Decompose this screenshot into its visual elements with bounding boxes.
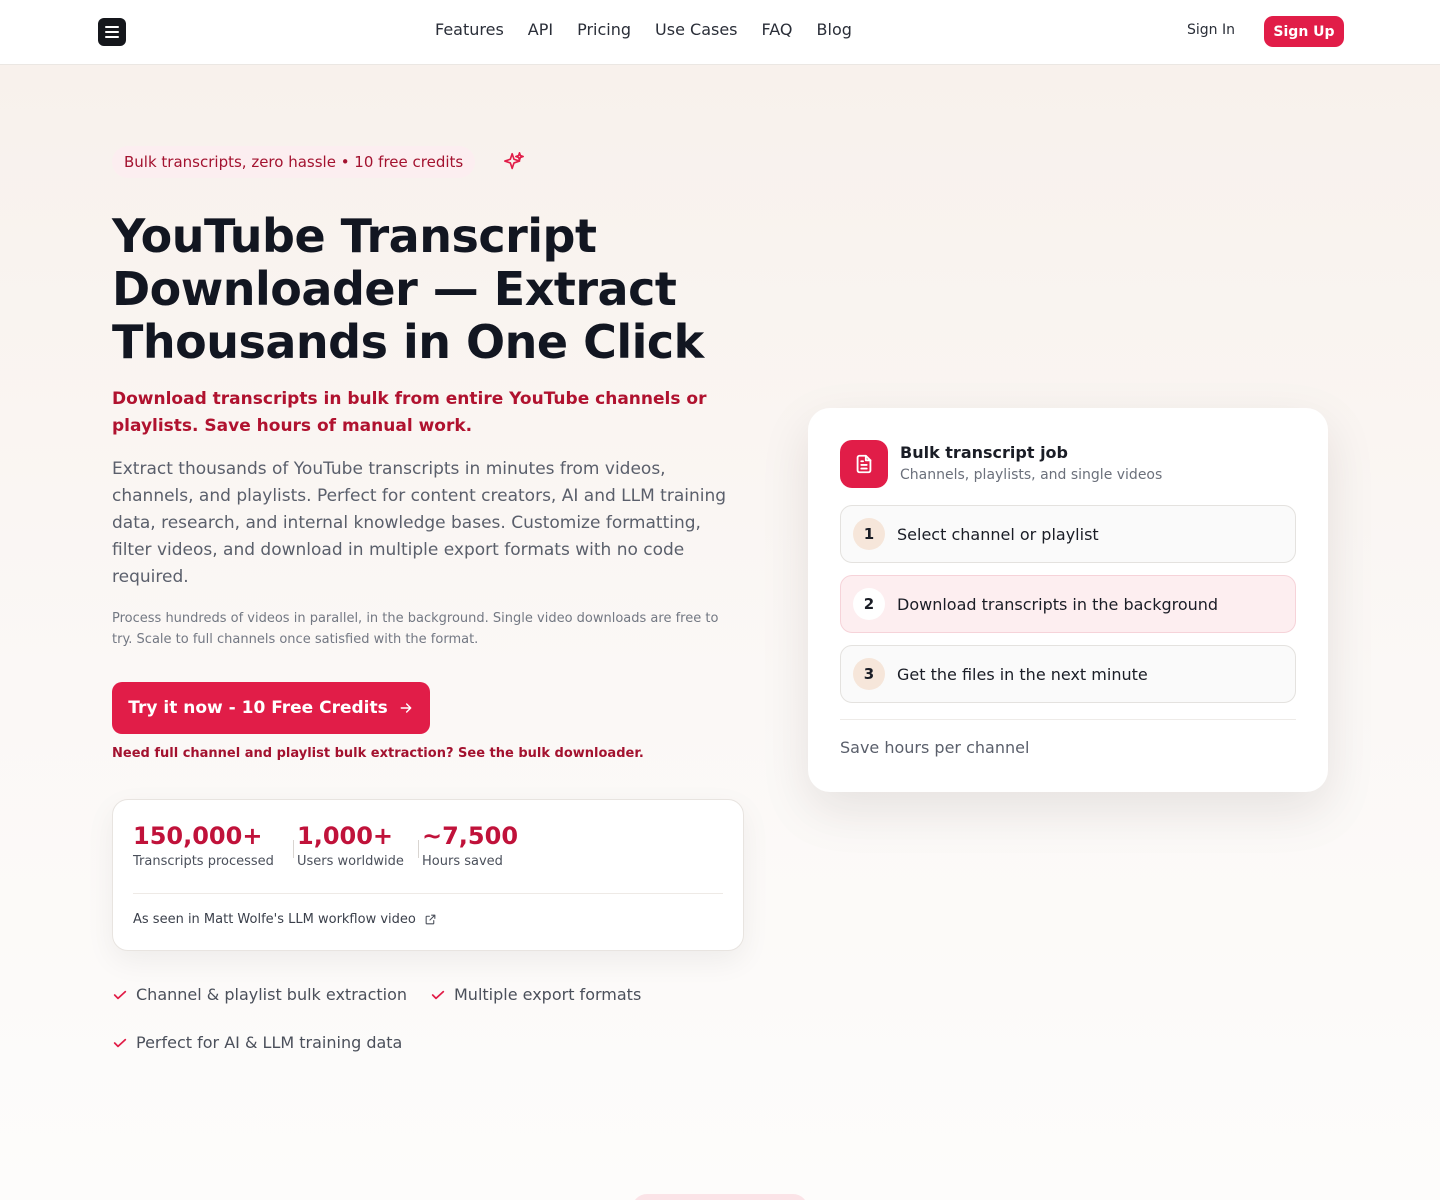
job-card-title: Bulk transcript job <box>900 443 1068 462</box>
feature-label: Perfect for AI & LLM training data <box>136 1033 403 1052</box>
step-number: 1 <box>853 518 885 550</box>
nav-link-faq[interactable]: FAQ <box>762 20 793 39</box>
page-title: YouTube Transcript Downloader — Extract … <box>112 209 704 369</box>
nav-link-features[interactable]: Features <box>435 20 504 39</box>
stat-separator <box>418 840 419 858</box>
stat-label: Transcripts processed <box>133 854 274 869</box>
stats-divider <box>133 893 723 894</box>
nav-link-api[interactable]: API <box>528 20 553 39</box>
cta-label: Try it now - 10 Free Credits <box>128 698 388 718</box>
step-number: 3 <box>853 658 885 690</box>
check-icon <box>113 990 127 999</box>
stat-label: Users worldwide <box>297 854 404 869</box>
step-label: Get the files in the next minute <box>897 664 1148 684</box>
check-icon <box>431 990 445 999</box>
stat-value: 150,000+ <box>133 822 263 850</box>
seen-in-text: As seen in Matt Wolfe's LLM workflow vid… <box>133 912 416 927</box>
top-nav: Features API Pricing Use Cases FAQ Blog … <box>0 0 1440 65</box>
feature-label: Multiple export formats <box>454 985 642 1004</box>
feature-item: Perfect for AI & LLM training data <box>112 1033 402 1052</box>
nav-links: Features API Pricing Use Cases FAQ Blog <box>435 20 852 39</box>
menu-icon[interactable] <box>98 18 126 46</box>
step-label: Download transcripts in the background <box>897 594 1219 614</box>
feature-item: Channel & playlist bulk extraction <box>112 985 407 1004</box>
job-card-divider <box>840 719 1296 720</box>
stat-value: ~7,500 <box>422 822 519 850</box>
bulk-downloader-link[interactable]: Need full channel and playlist bulk extr… <box>112 746 644 761</box>
hero-note: Process hundreds of videos in parallel, … <box>112 611 719 647</box>
sign-up-button[interactable]: Sign Up <box>1264 16 1344 47</box>
stat-users: 1,000+ Users worldwide <box>297 820 404 869</box>
job-step-3: 3 Get the files in the next minute <box>840 645 1296 703</box>
promo-badge: Bulk transcripts, zero hassle • 10 free … <box>112 146 476 178</box>
stat-separator <box>293 840 294 858</box>
stat-transcripts: 150,000+ Transcripts processed <box>133 820 274 869</box>
seen-in-link[interactable]: As seen in Matt Wolfe's LLM workflow vid… <box>133 912 437 927</box>
job-card-subtitle: Channels, playlists, and single videos <box>900 467 1163 483</box>
job-step-2: 2 Download transcripts in the background <box>840 575 1296 633</box>
external-link-icon <box>425 914 436 925</box>
job-card-footer: Save hours per channel <box>840 738 1030 757</box>
step-number: 2 <box>853 588 885 620</box>
feature-item: Multiple export formats <box>430 985 641 1004</box>
feature-label: Channel & playlist bulk extraction <box>136 985 408 1004</box>
step-label: Select channel or playlist <box>897 524 1099 544</box>
nav-link-pricing[interactable]: Pricing <box>577 20 631 39</box>
sparkle-icon <box>504 152 524 170</box>
stat-hours: ~7,500 Hours saved <box>422 820 518 869</box>
job-step-1: 1 Select channel or playlist <box>840 505 1296 563</box>
hero-description: Extract thousands of YouTube transcripts… <box>112 459 727 587</box>
sign-in-link[interactable]: Sign In <box>1187 22 1235 38</box>
stat-label: Hours saved <box>422 854 503 869</box>
arrow-right-icon <box>400 703 412 713</box>
document-icon <box>840 440 888 488</box>
check-icon <box>113 1038 127 1047</box>
stat-value: 1,000+ <box>297 822 394 850</box>
nav-link-use-cases[interactable]: Use Cases <box>655 20 737 39</box>
stats-card: 150,000+ Transcripts processed 1,000+ Us… <box>112 799 744 951</box>
try-now-button[interactable]: Try it now - 10 Free Credits <box>112 682 430 734</box>
nav-link-blog[interactable]: Blog <box>817 20 852 39</box>
hero-lead: Download transcripts in bulk from entire… <box>112 389 707 436</box>
section-badge <box>632 1194 808 1200</box>
bulk-job-card: Bulk transcript job Channels, playlists,… <box>808 408 1328 792</box>
